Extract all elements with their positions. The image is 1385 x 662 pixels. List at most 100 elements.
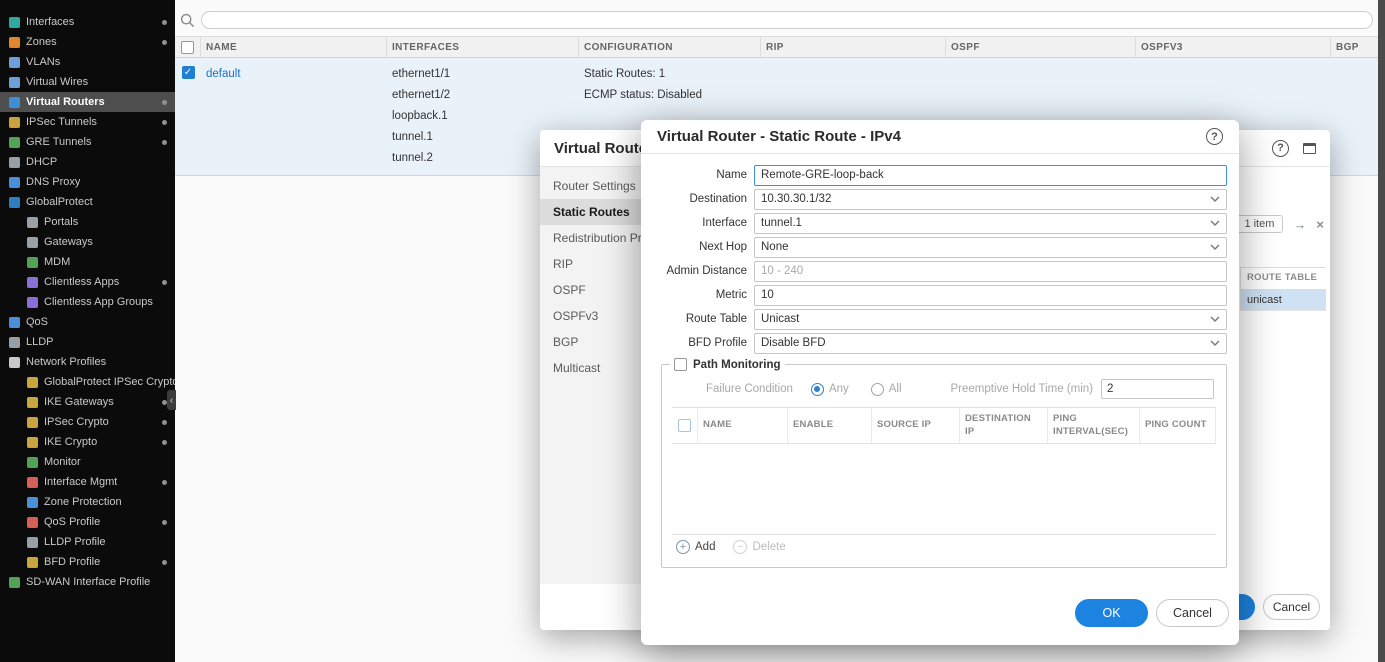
column-header-interfaces[interactable]: INTERFACES [387,37,579,57]
bfd-profile-value: Disable BFD [761,337,826,349]
bfd-profile-select[interactable]: Disable BFD [754,332,1227,354]
sidebar-item-network-profiles[interactable]: Network Profiles [0,352,175,372]
close-icon[interactable]: × [1316,217,1324,232]
next-hop-select[interactable]: None [754,236,1227,258]
status-dot [162,99,167,105]
arrow-right-icon[interactable]: → [1293,217,1306,232]
bgp-cell [1331,58,1385,175]
select-all-checkbox[interactable] [181,40,194,54]
sidebar-item-ike-gateways[interactable]: IKE Gateways [0,392,175,412]
column-header-ospf[interactable]: OSPF [946,37,1136,57]
sidebar-item-portals[interactable]: Portals [0,212,175,232]
help-icon[interactable]: ? [1272,139,1289,157]
sidebar-item-globalprotect-ipsec-crypto[interactable]: GlobalProtect IPSec Crypto [0,372,175,392]
gre-tunnels-icon [9,136,20,148]
sidebar-item-bfd-profile[interactable]: BFD Profile [0,552,175,572]
column-header-rip[interactable]: RIP [761,37,946,57]
next-hop-value: None [761,241,789,253]
failure-condition-label: Failure Condition [706,383,793,395]
failure-condition-all-radio[interactable] [870,382,884,396]
delete-label: Delete [752,541,786,553]
static-route-form: Name Destination 10.30.30.1/32 Interface… [641,154,1239,354]
sidebar-item-dhcp[interactable]: DHCP [0,152,175,172]
sidebar-item-label: GlobalProtect IPSec Crypto [44,376,175,388]
delete-button[interactable]: − Delete [733,540,786,554]
sidebar-item-qos-profile[interactable]: QoS Profile [0,512,175,532]
column-header-name[interactable]: NAME [201,37,387,57]
maximize-icon[interactable] [1303,142,1316,154]
hold-time-label: Preemptive Hold Time (min) [950,383,1093,395]
column-header-bgp[interactable]: BGP [1331,37,1385,57]
chevron-down-icon [1210,244,1220,250]
sidebar-item-lldp-profile[interactable]: LLDP Profile [0,532,175,552]
vertical-scrollbar[interactable] [1378,0,1385,662]
pm-column-header-enable[interactable]: ENABLE [788,408,872,443]
route-table-column-header[interactable]: ROUTE TABLE [1241,267,1326,290]
add-label: Add [695,541,716,553]
status-dot [162,479,167,485]
failure-condition-all-label: All [888,383,902,395]
sidebar-nav: Interfaces Zones VLANs Virtual Wires Virtual… [0,0,175,662]
sidebar-item-interface-mgmt[interactable]: Interface Mgmt [0,472,175,492]
chevron-down-icon [1210,220,1220,226]
sidebar-item-label: MDM [44,256,71,268]
status-dot [162,439,167,445]
sidebar-item-dns-proxy[interactable]: DNS Proxy [0,172,175,192]
column-header-configuration[interactable]: CONFIGURATION [579,37,761,57]
sidebar-item-mdm[interactable]: MDM [0,252,175,272]
ok-button[interactable]: OK [1075,599,1148,627]
sidebar-item-ike-crypto[interactable]: IKE Crypto [0,432,175,452]
row-name-link[interactable]: default [206,68,241,80]
sidebar-item-ipsec-tunnels[interactable]: IPSec Tunnels [0,112,175,132]
admin-distance-input[interactable] [754,260,1227,282]
path-monitoring-table-header: NAME ENABLE SOURCE IP DESTINATION IP PING IN… [672,407,1216,444]
sidebar-item-gre-tunnels[interactable]: GRE Tunnels [0,132,175,152]
name-input[interactable] [754,164,1227,186]
sidebar-item-gateways[interactable]: Gateways [0,232,175,252]
column-header-ospfv3[interactable]: OSPFV3 [1136,37,1331,57]
pm-column-header-destination-ip[interactable]: DESTINATION IP [960,408,1048,443]
sidebar-item-qos[interactable]: QoS [0,312,175,332]
sidebar-item-interfaces[interactable]: Interfaces [0,12,175,32]
hold-time-input[interactable] [1101,379,1214,399]
portals-icon [27,216,38,228]
sidebar-item-label: DHCP [26,156,58,168]
route-table-cell[interactable]: unicast [1241,289,1326,311]
name-cell: default [201,58,387,175]
sidebar-item-virtual-routers[interactable]: Virtual Routers [0,92,175,112]
pm-column-header-ping-interval-sec[interactable]: PING INTERVAL(SEC) [1048,408,1140,443]
virtual-router-cancel-button[interactable]: Cancel [1263,594,1320,620]
sidebar-item-vlans[interactable]: VLANs [0,52,175,72]
metric-input[interactable] [754,284,1227,306]
sidebar-item-zones[interactable]: Zones [0,32,175,52]
clientless-app-groups-icon [27,296,38,308]
status-dot [162,19,167,25]
path-monitoring-group: Path Monitoring Failure Condition Any Al… [661,358,1227,568]
cancel-button[interactable]: Cancel [1156,599,1229,627]
row-checkbox[interactable]: ✓ [181,66,195,79]
sidebar-collapse-handle[interactable]: ‹ [167,390,176,410]
route-table-select[interactable]: Unicast [754,308,1227,330]
sidebar-item-lldp[interactable]: LLDP [0,332,175,352]
interface-select[interactable]: tunnel.1 [754,212,1227,234]
pm-column-header-name[interactable]: NAME [698,408,788,443]
interface-label: Interface [702,217,747,229]
pm-select-all-checkbox[interactable] [678,419,691,432]
path-monitoring-checkbox[interactable] [674,358,687,371]
sidebar-item-clientless-apps[interactable]: Clientless Apps [0,272,175,292]
sidebar-item-ipsec-crypto[interactable]: IPSec Crypto [0,412,175,432]
search-input[interactable] [201,11,1373,29]
sidebar-item-virtual-wires[interactable]: Virtual Wires [0,72,175,92]
help-icon[interactable]: ? [1206,128,1223,145]
sidebar-item-globalprotect[interactable]: GlobalProtect [0,192,175,212]
pm-column-header-source-ip[interactable]: SOURCE IP [872,408,960,443]
failure-condition-any-radio[interactable] [810,382,824,396]
sidebar-item-monitor[interactable]: Monitor [0,452,175,472]
sidebar-item-sd-wan-interface-profile[interactable]: SD-WAN Interface Profile [0,572,175,592]
pm-column-header-ping-count[interactable]: PING COUNT [1140,408,1216,443]
add-button[interactable]: + Add [676,540,715,554]
sidebar-item-clientless-app-groups[interactable]: Clientless App Groups [0,292,175,312]
gateways-icon [27,236,38,248]
sidebar-item-zone-protection[interactable]: Zone Protection [0,492,175,512]
destination-select[interactable]: 10.30.30.1/32 [754,188,1227,210]
